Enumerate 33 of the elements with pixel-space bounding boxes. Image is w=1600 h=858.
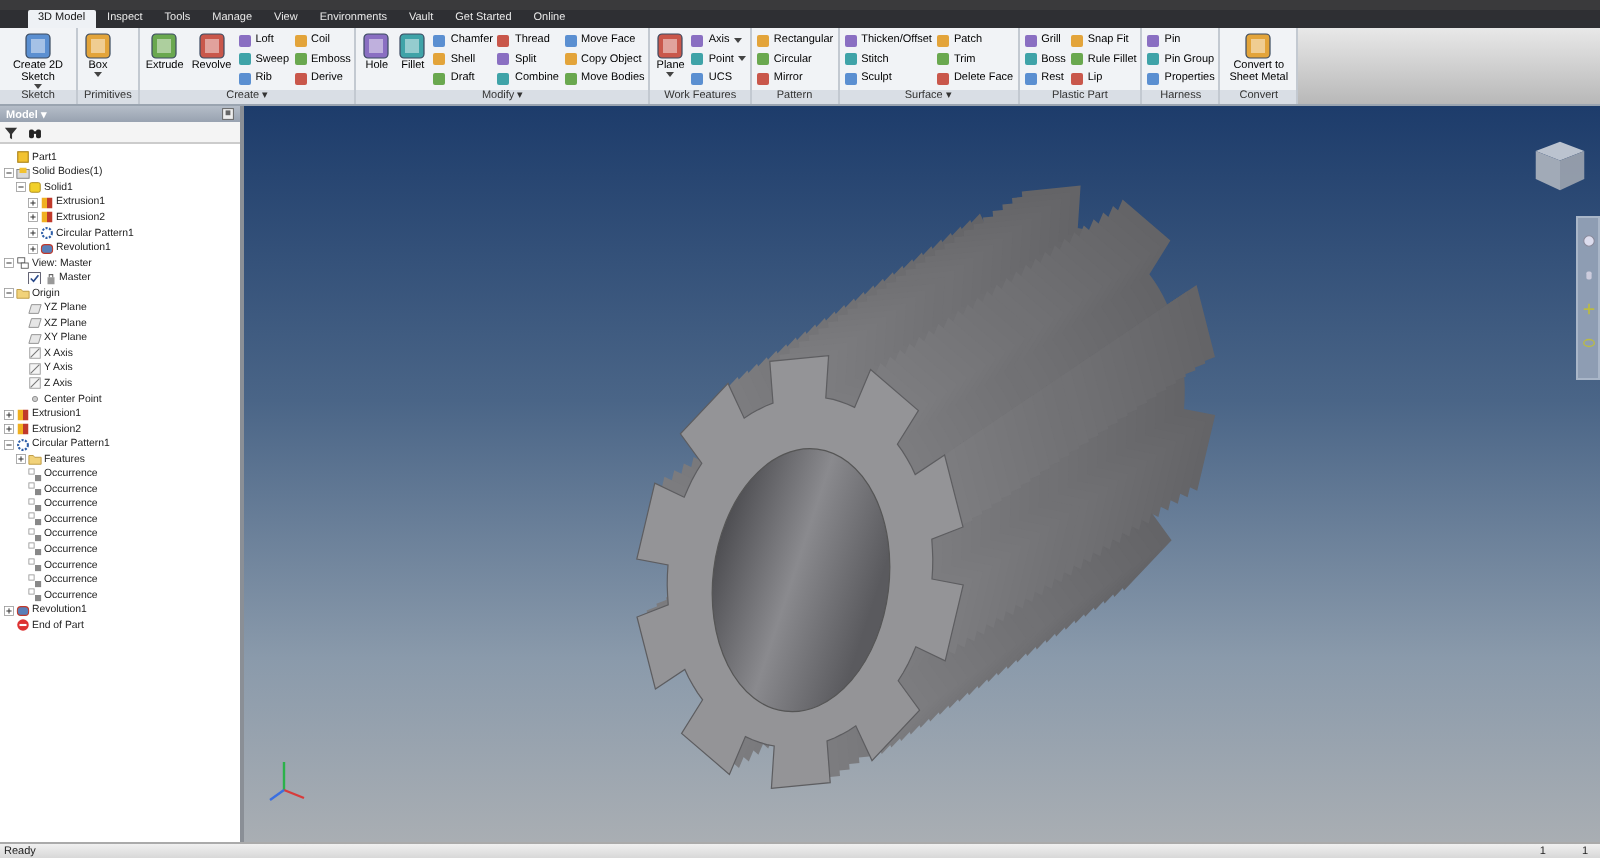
expand-icon[interactable] (4, 409, 14, 420)
tool-icon (150, 32, 179, 60)
caret-icon (737, 56, 746, 63)
caret-icon (733, 37, 742, 44)
caret-icon (94, 72, 102, 78)
caret-icon (666, 72, 675, 78)
expand-icon[interactable] (4, 424, 14, 435)
tool-icon (24, 32, 52, 60)
expand-icon[interactable] (16, 454, 26, 465)
tool-icon (398, 32, 427, 60)
tool-icon (362, 32, 391, 60)
expand-icon[interactable] (4, 605, 14, 616)
expand-icon[interactable] (28, 243, 38, 254)
expand-icon[interactable] (28, 212, 38, 223)
collapse-icon[interactable] (4, 439, 14, 450)
tool-icon (656, 32, 685, 60)
collapse-icon[interactable] (4, 167, 14, 178)
expand-icon[interactable] (28, 197, 38, 208)
pin-icon[interactable] (222, 108, 234, 120)
expand-icon[interactable] (28, 228, 38, 238)
view-cube-icon[interactable] (1532, 138, 1588, 194)
tree-icon (43, 271, 57, 286)
3d-viewport[interactable] (244, 106, 1600, 842)
collapse-icon[interactable] (4, 258, 14, 269)
binoculars-icon[interactable] (28, 125, 42, 139)
checkbox[interactable] (28, 271, 41, 285)
tool-icon (84, 32, 112, 60)
tool-icon (197, 32, 226, 60)
tool-icon (1244, 32, 1273, 60)
axis-triad-icon (269, 762, 305, 801)
gear-part-drawing[interactable] (636, 185, 1216, 790)
collapse-icon[interactable] (4, 288, 14, 299)
collapse-icon[interactable] (16, 182, 26, 193)
